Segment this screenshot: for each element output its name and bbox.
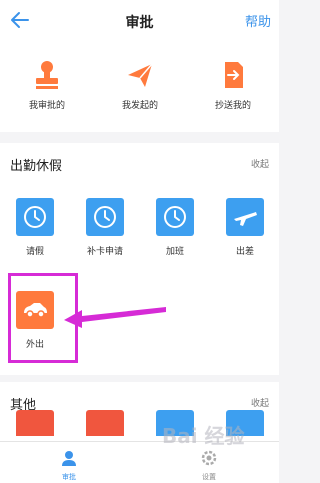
tile-label: 出差 [235, 247, 254, 257]
tile-label: 加班 [165, 247, 184, 257]
my-approvals-label: 我审批的 [28, 101, 65, 111]
my-initiated-label: 我发起的 [121, 101, 158, 111]
pointer-arrow [64, 307, 166, 328]
forward-doc-icon [216, 58, 250, 92]
tab-label: 审批 [62, 473, 76, 481]
tab-label: 设置 [202, 473, 216, 481]
collapse-button[interactable]: 收起 [251, 157, 269, 170]
business-trip-tile[interactable]: 出差 [215, 198, 275, 257]
paper-plane-icon [123, 58, 157, 92]
quick-actions: 我审批的 我发起的 抄送我的 [0, 44, 279, 132]
person-icon [62, 451, 76, 466]
cc-to-me-button[interactable]: 抄送我的 [188, 58, 278, 111]
tab-approval[interactable]: 审批 [39, 449, 99, 482]
overtime-tile[interactable]: 加班 [145, 198, 205, 257]
help-link[interactable]: 帮助 [245, 11, 271, 30]
tab-settings[interactable]: 设置 [179, 449, 239, 482]
clock-icon [16, 198, 54, 236]
collapse-button[interactable]: 收起 [251, 396, 269, 409]
partial-tile[interactable] [86, 410, 124, 436]
airplane-icon [226, 198, 264, 236]
tile-label: 补卡申请 [86, 247, 123, 257]
watermark: Bai 经验 [162, 424, 245, 448]
leave-tile[interactable]: 请假 [5, 198, 65, 257]
clock-icon [86, 198, 124, 236]
page-title: 审批 [125, 15, 154, 31]
card-supplement-tile[interactable]: 补卡申请 [75, 198, 135, 257]
tile-label: 请假 [25, 247, 44, 257]
clock-icon [156, 198, 194, 236]
cc-to-me-label: 抄送我的 [214, 101, 251, 111]
app-header: 审批 帮助 [0, 0, 279, 44]
my-approvals-button[interactable]: 我审批的 [2, 58, 92, 111]
stamp-icon [30, 58, 64, 92]
section-title: 出勤休假 [10, 159, 63, 174]
partial-tile[interactable] [16, 410, 54, 436]
gear-icon [201, 450, 217, 466]
my-initiated-button[interactable]: 我发起的 [95, 58, 185, 111]
